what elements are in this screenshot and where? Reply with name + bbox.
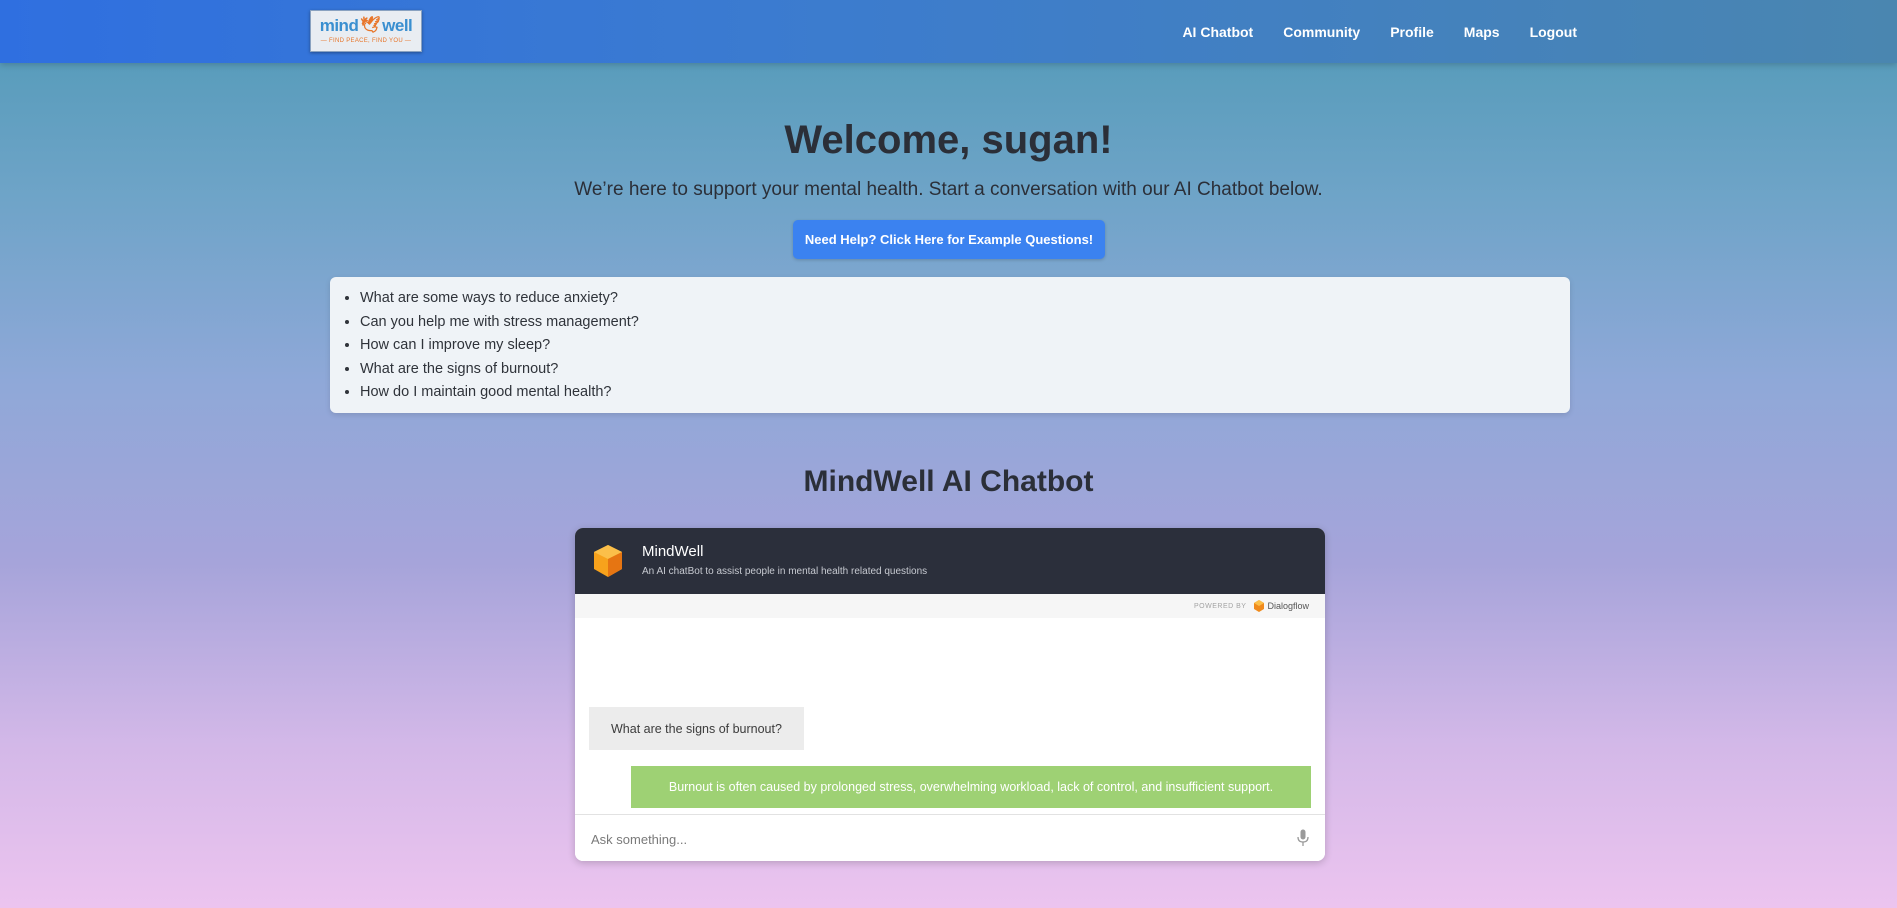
- logo-text-right: well: [382, 16, 413, 35]
- nav-link-profile[interactable]: Profile: [1390, 24, 1434, 40]
- dialogflow-name: Dialogflow: [1267, 601, 1309, 611]
- welcome-heading: Welcome, sugan!: [784, 118, 1113, 162]
- powered-by-bar: POWERED BY Dialogflow: [575, 594, 1325, 618]
- top-navbar: mind 🕊 well — FIND PEACE, FIND YOU — AI …: [0, 0, 1897, 63]
- chat-input-row: [575, 814, 1325, 861]
- example-question-item[interactable]: How do I maintain good mental health?: [360, 381, 1570, 405]
- powered-by-label: POWERED BY: [1194, 602, 1247, 610]
- nav-link-community[interactable]: Community: [1283, 24, 1360, 40]
- main-nav: AI Chatbot Community Profile Maps Logout: [1152, 0, 1577, 63]
- example-question-item[interactable]: What are the signs of burnout?: [360, 358, 1570, 382]
- logo-text-left: mind: [319, 16, 359, 35]
- logo-bird-icon: 🕊: [360, 17, 381, 34]
- nav-link-ai-chatbot[interactable]: AI Chatbot: [1182, 24, 1253, 40]
- bot-message-bubble: Burnout is often caused by prolonged str…: [631, 766, 1311, 808]
- chatbot-section-title: MindWell AI Chatbot: [803, 465, 1094, 498]
- dialogflow-logo-icon: [1254, 600, 1265, 612]
- chat-widget: MindWell An AI chatBot to assist people …: [575, 528, 1325, 861]
- nav-link-maps[interactable]: Maps: [1464, 24, 1500, 40]
- microphone-icon[interactable]: [1297, 829, 1309, 847]
- example-questions-list: What are some ways to reduce anxiety? Ca…: [330, 277, 1570, 405]
- chat-bot-description: An AI chatBot to assist people in mental…: [642, 566, 928, 577]
- nav-link-logout[interactable]: Logout: [1530, 24, 1577, 40]
- chat-message-input[interactable]: [589, 825, 1273, 853]
- dialogflow-cube-icon: [594, 545, 622, 577]
- chat-header: MindWell An AI chatBot to assist people …: [575, 528, 1325, 594]
- logo-tagline: — FIND PEACE, FIND YOU —: [320, 38, 412, 44]
- example-question-item[interactable]: What are some ways to reduce anxiety?: [360, 287, 1570, 311]
- example-questions-button[interactable]: Need Help? Click Here for Example Questi…: [793, 220, 1105, 259]
- example-question-item[interactable]: Can you help me with stress management?: [360, 311, 1570, 335]
- logo-wordmark: mind 🕊 well: [320, 17, 413, 35]
- mindwell-logo[interactable]: mind 🕊 well — FIND PEACE, FIND YOU —: [310, 10, 422, 52]
- chat-bot-name: MindWell: [642, 543, 704, 560]
- user-message-bubble: What are the signs of burnout?: [589, 707, 804, 750]
- example-question-item[interactable]: How can I improve my sleep?: [360, 334, 1570, 358]
- example-questions-panel: What are some ways to reduce anxiety? Ca…: [330, 277, 1570, 413]
- welcome-subtitle: We’re here to support your mental health…: [574, 179, 1323, 200]
